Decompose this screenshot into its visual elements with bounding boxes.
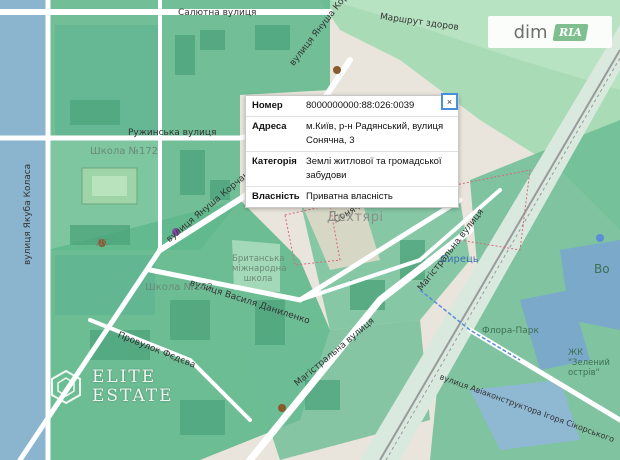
popup-row-category: Категорія Землі житлової та громадської …	[246, 152, 458, 187]
popup-row-number: Номер 8000000000:88:026:0039	[246, 96, 458, 117]
popup-key: Власність	[252, 191, 300, 202]
kindergarten-icon	[98, 239, 106, 247]
map-view[interactable]: Салютна вулиця Ружинська вулиця вулиця Я…	[0, 0, 620, 460]
popup-row-ownership: Власність Приватна власність	[246, 187, 458, 207]
dim-ria-watermark: dim RIA	[488, 16, 612, 48]
popup-value: 8000000000:88:026:0039	[306, 100, 415, 111]
elite-estate-logo: ELITE ESTATE	[48, 368, 174, 406]
watermark-ria-text: RIA	[552, 23, 588, 41]
popup-value: Землі житлової та громадської забудови	[306, 156, 442, 181]
elite-estate-emblem-icon	[51, 369, 81, 405]
popup-key: Номер	[252, 100, 283, 111]
popup-key: Категорія	[252, 156, 297, 167]
popup-close-button[interactable]: ×	[441, 93, 458, 110]
cafe-icon	[278, 404, 286, 412]
library-icon	[333, 66, 341, 74]
popup-row-address: Адреса м.Київ, р-н Радянський, вулиця Со…	[246, 117, 458, 152]
popup-value: Приватна власність	[306, 191, 393, 202]
watermark-dim-text: dim	[513, 21, 548, 43]
elite-line-1: ELITE	[92, 367, 157, 387]
elite-line-2: ESTATE	[92, 386, 174, 406]
popup-key: Адреса	[252, 121, 287, 132]
popup-value: м.Київ, р-н Радянський, вулиця Сонячна, …	[306, 121, 444, 146]
shop-icon	[172, 228, 180, 236]
marker-icon	[596, 234, 604, 242]
parcel-info-popup: Номер 8000000000:88:026:0039 Адреса м.Ки…	[245, 95, 459, 208]
